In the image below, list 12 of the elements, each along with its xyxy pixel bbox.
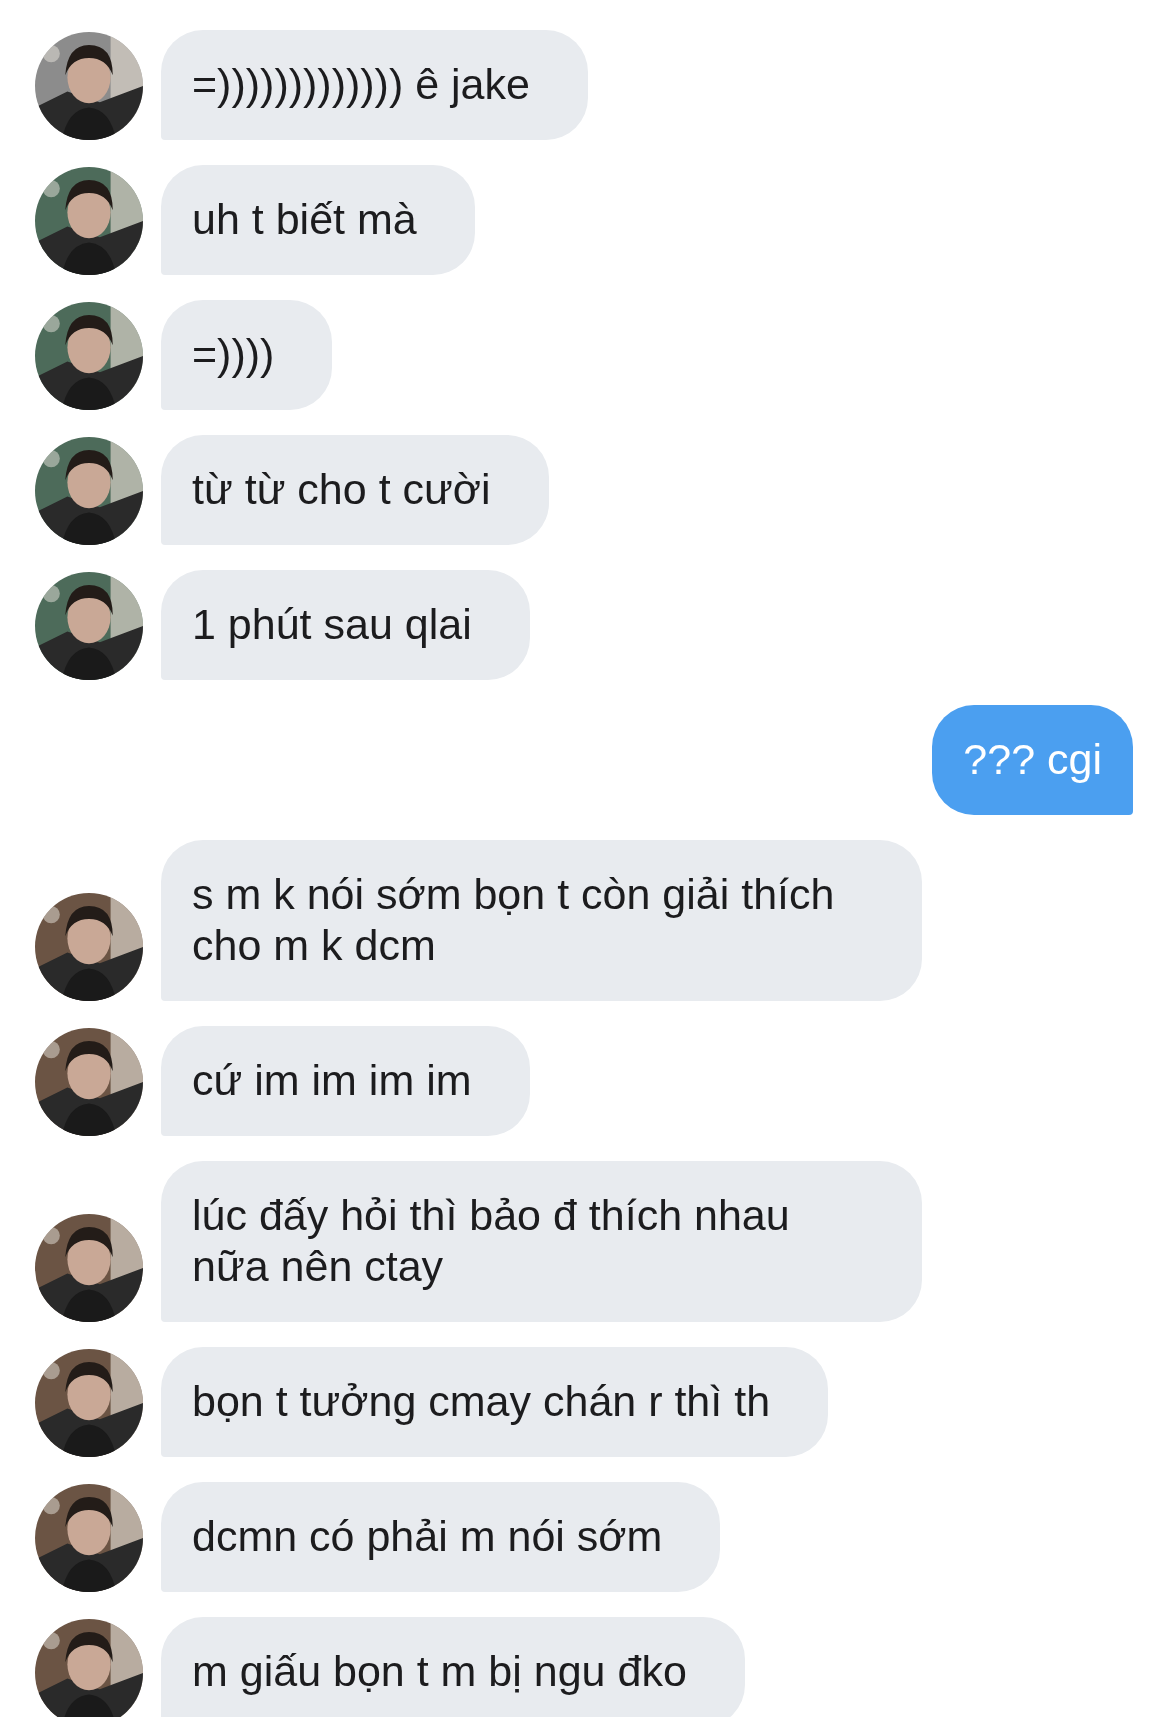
message-bubble: ??? cgi: [932, 705, 1133, 815]
message-bubble: cứ im im im im: [161, 1026, 530, 1136]
message-bubble: m giấu bọn t m bị ngu đko: [161, 1617, 745, 1717]
message-bubble: bọn t tưởng cmay chán r thì th: [161, 1347, 829, 1457]
message-bubble: =)))): [161, 300, 333, 410]
message-bubble: =))))))))))))) ê jake: [161, 30, 588, 140]
message-bubble: s m k nói sớm bọn t còn giải thích cho m k dcm: [161, 840, 922, 1001]
message-bubble: từ từ cho t cười: [161, 435, 549, 545]
message-bubble: 1 phút sau qlai: [161, 570, 530, 680]
message-bubble: lúc đấy hỏi thì bảo đ thích nhau nữa nên ctay: [161, 1161, 922, 1322]
message-bubble: uh t biết mà: [161, 165, 475, 275]
message-bubble: dcmn có phải m nói sớm: [161, 1482, 721, 1592]
